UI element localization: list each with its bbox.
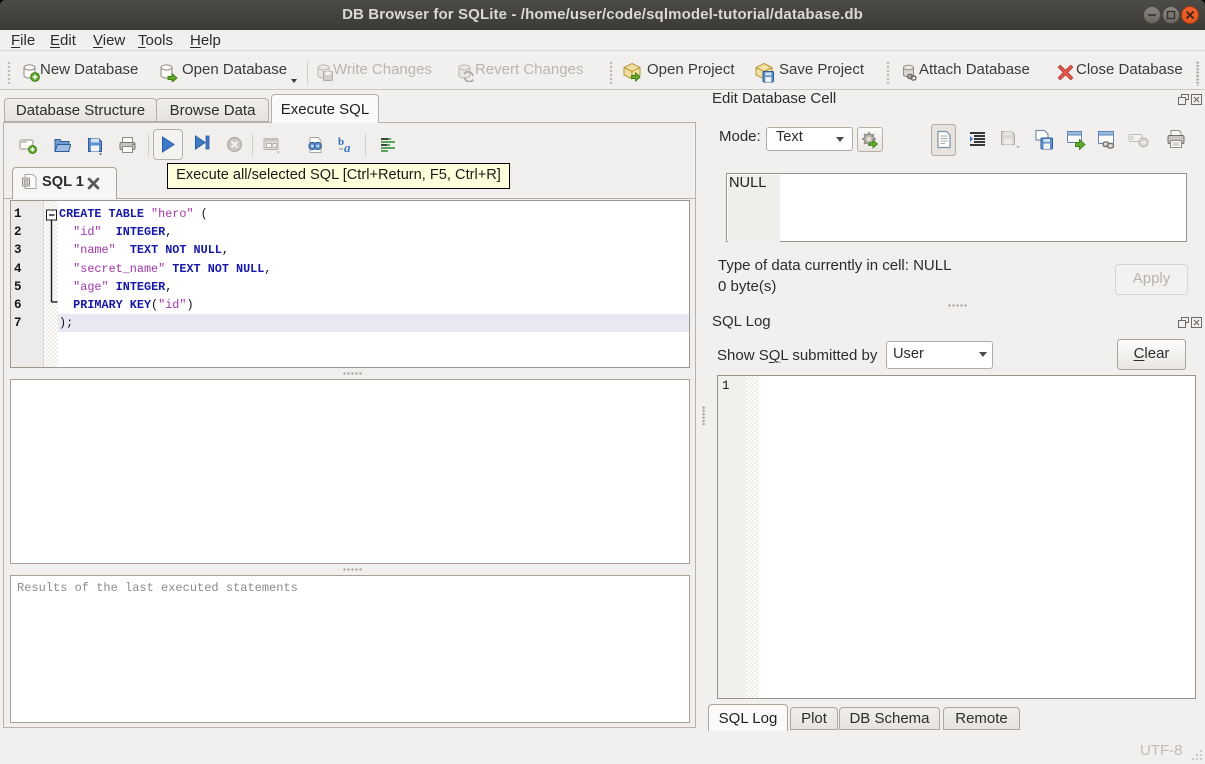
svg-text:a: a [344,140,351,154]
